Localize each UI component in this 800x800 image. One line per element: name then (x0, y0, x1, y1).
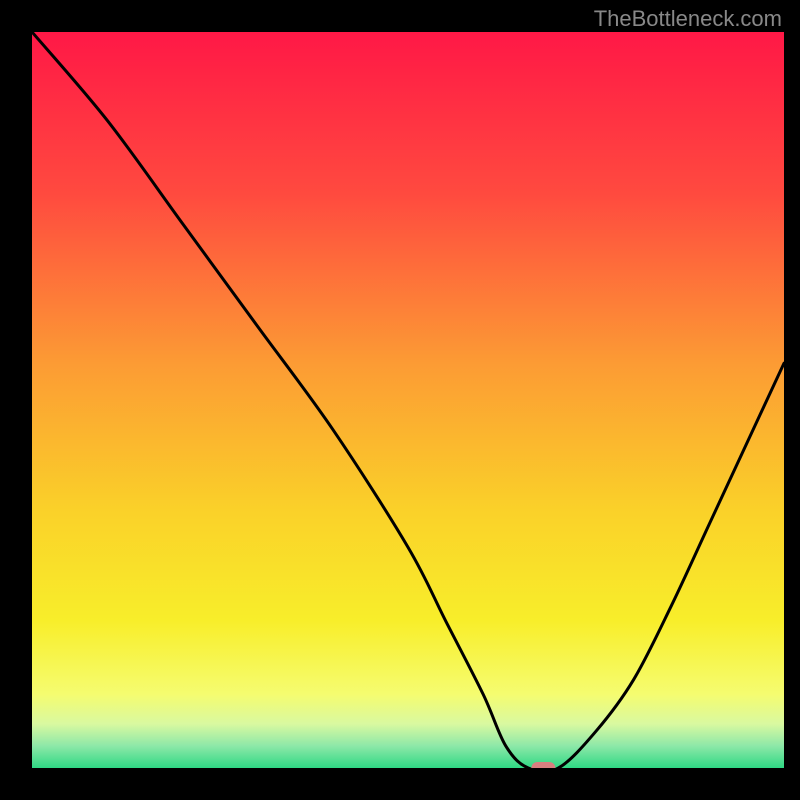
optimum-marker (531, 762, 555, 768)
bottleneck-curve (32, 32, 784, 768)
chart-container (32, 32, 784, 768)
watermark-text: TheBottleneck.com (594, 6, 782, 32)
